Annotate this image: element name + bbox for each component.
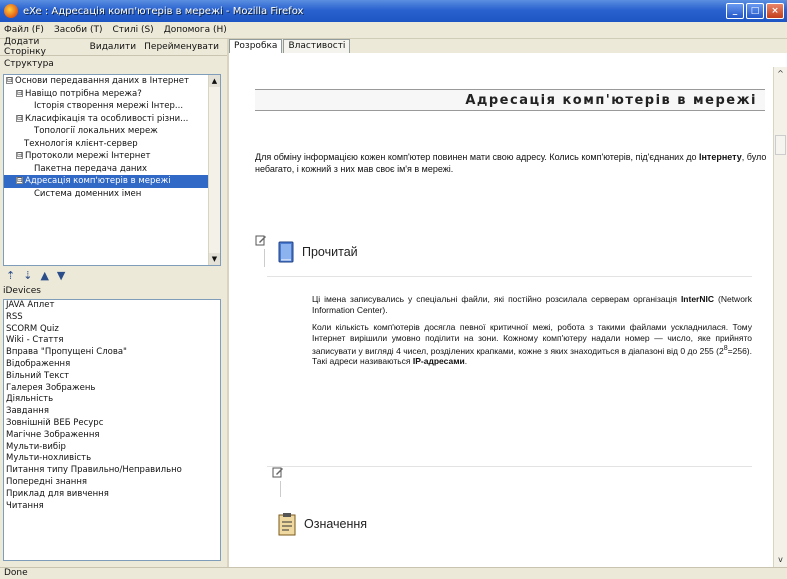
tree-item[interactable]: ⊟ Класифікація та особливості різни... [4,113,220,126]
idevice-item[interactable]: Питання типу Правильно/Неправильно [6,465,220,477]
idevice-item[interactable]: Wiki - Стаття [6,335,220,347]
structure-tree: ⊟ Основи передавання даних в Інтернет ⊟ На… [3,74,221,266]
scroll-down-icon[interactable]: v [774,553,787,567]
status-bar: Done [0,567,787,579]
collapse-icon[interactable]: ⊟ [16,114,23,122]
idevice-item[interactable]: Мульти-нохливість [6,453,220,465]
page-content: Адресація комп'ютерів в мережі Для обмін… [235,53,771,567]
edit-icon[interactable] [255,234,267,246]
idevice-item[interactable]: Магічне Зображення [6,430,220,442]
page-title-bar: Адресація комп'ютерів в мережі [255,89,765,111]
move-up-icon[interactable]: ▲ [40,269,48,282]
demote-icon[interactable]: ⇣ [23,269,32,282]
clipboard-icon [278,513,296,536]
delete-button[interactable]: Видалити [90,42,136,52]
menu-tools[interactable]: Засоби (T) [54,25,103,35]
idevice-item[interactable]: Читання [6,501,220,513]
collapse-icon[interactable]: ⊟ [16,177,23,184]
collapse-icon[interactable]: ⊟ [16,152,23,159]
menu-help[interactable]: Допомога (H) [164,25,227,35]
idevice-connector [280,481,281,497]
idevice-item[interactable]: Приклад для вивчення [6,489,220,501]
content-scrollbar[interactable]: ^ v [773,67,787,567]
title-bar: eXe : Адресація комп'ютерів в мережі - M… [0,0,787,22]
read-paragraph-1: Ці імена записувались у спеціальні файли… [312,294,752,315]
tree-item[interactable]: ⊟ Протоколи мережі Інтернет [4,150,220,163]
edit-icon[interactable] [272,466,284,478]
menu-bar: Файл (F) Засоби (T) Стилі (S) Допомога (… [0,22,787,39]
idevice-item[interactable]: Діяльність [6,394,220,406]
idevice-connector [264,249,265,267]
tree-item[interactable]: Система доменних імен [4,188,220,201]
tab-properties[interactable]: Властивості [283,39,351,53]
minimize-button[interactable]: _ [726,3,744,19]
tree-scrollbar[interactable]: ▲ ▼ [208,75,220,265]
menu-styles[interactable]: Стилі (S) [112,25,153,35]
outline-toolbar: Додати Сторінку Видалити Перейменувати [0,37,227,57]
definition-idevice-title: Означення [304,517,368,531]
idevices-list: JAVA Аплет RSS SCORM Quiz Wiki - Стаття … [3,299,221,561]
promote-icon[interactable]: ⇡ [6,269,15,282]
idevice-bottom-border [267,466,752,467]
authoring-pane: Адресація комп'ютерів в мережі Для обмін… [229,53,787,567]
definition-idevice-header: Означення [278,512,367,536]
add-page-button[interactable]: Додати Сторінку [4,37,82,57]
idevice-item[interactable]: Попередні знання [6,477,220,489]
scroll-thumb[interactable] [775,135,786,155]
tree-item[interactable]: ⊟ Навіщо потрібна мережа? [4,88,220,101]
idevice-item[interactable]: Вільний Текст [6,371,220,383]
rename-button[interactable]: Перейменувати [144,42,219,52]
firefox-icon [4,4,18,18]
idevice-item[interactable]: SCORM Quiz [6,324,220,336]
idevices-heading: iDevices [3,286,41,296]
scroll-up-icon[interactable]: ^ [774,67,787,81]
scroll-down-icon[interactable]: ▼ [209,253,220,265]
window-title: eXe : Адресація комп'ютерів в мережі - M… [23,5,304,17]
collapse-icon[interactable]: ⊟ [6,77,13,84]
idevice-item[interactable]: Галерея Зображень [6,383,220,395]
scroll-up-icon[interactable]: ▲ [209,75,220,87]
book-icon [278,241,294,263]
close-button[interactable]: × [766,3,784,19]
collapse-icon[interactable]: ⊟ [16,89,23,97]
read-idevice-body: Ці імена записувались у спеціальні файли… [312,294,752,374]
page-title: Адресація комп'ютерів в мережі [465,93,757,108]
idevice-item[interactable]: Відображення [6,359,220,371]
idevice-item[interactable]: JAVA Аплет [6,300,220,312]
idevice-top-border [267,276,752,277]
move-down-icon[interactable]: ▼ [57,269,65,282]
tree-item[interactable]: Топології локальних мереж [4,125,220,138]
tree-item[interactable]: Пакетна передача даних [4,163,220,176]
idevice-item[interactable]: RSS [6,312,220,324]
menu-file[interactable]: Файл (F) [4,25,44,35]
idevice-item[interactable]: Мульти-вибір [6,442,220,454]
idevice-item[interactable]: Вправа "Пропущені Слова" [6,347,220,359]
tree-item[interactable]: ⊟ Основи передавання даних в Інтернет [4,75,220,88]
tab-bar: Розробка Властивості [229,39,351,53]
left-pane: Додати Сторінку Видалити Перейменувати С… [0,37,227,567]
tree-item-selected[interactable]: ⊟ Адресація комп'ютерів в мережі [4,175,220,188]
read-idevice-header: Прочитай [278,241,358,263]
tree-item[interactable]: Технологія клієнт-сервер [4,138,220,151]
maximize-button[interactable]: □ [746,3,764,19]
intro-text: Для обміну інформацією кожен комп'ютер п… [255,152,767,174]
tree-item[interactable]: Історія створення мережі Інтер... [4,100,220,113]
structure-heading: Структура [0,59,227,72]
read-idevice-title: Прочитай [302,245,358,259]
read-paragraph-2: Коли кількість комп'ютерів досягла певно… [312,322,752,367]
idevice-item[interactable]: Завдання [6,406,220,418]
idevice-item[interactable]: Зовнішній ВЕБ Ресурс [6,418,220,430]
tree-move-controls: ⇡ ⇣ ▲ ▼ [6,267,65,283]
tab-authoring[interactable]: Розробка [229,39,283,53]
